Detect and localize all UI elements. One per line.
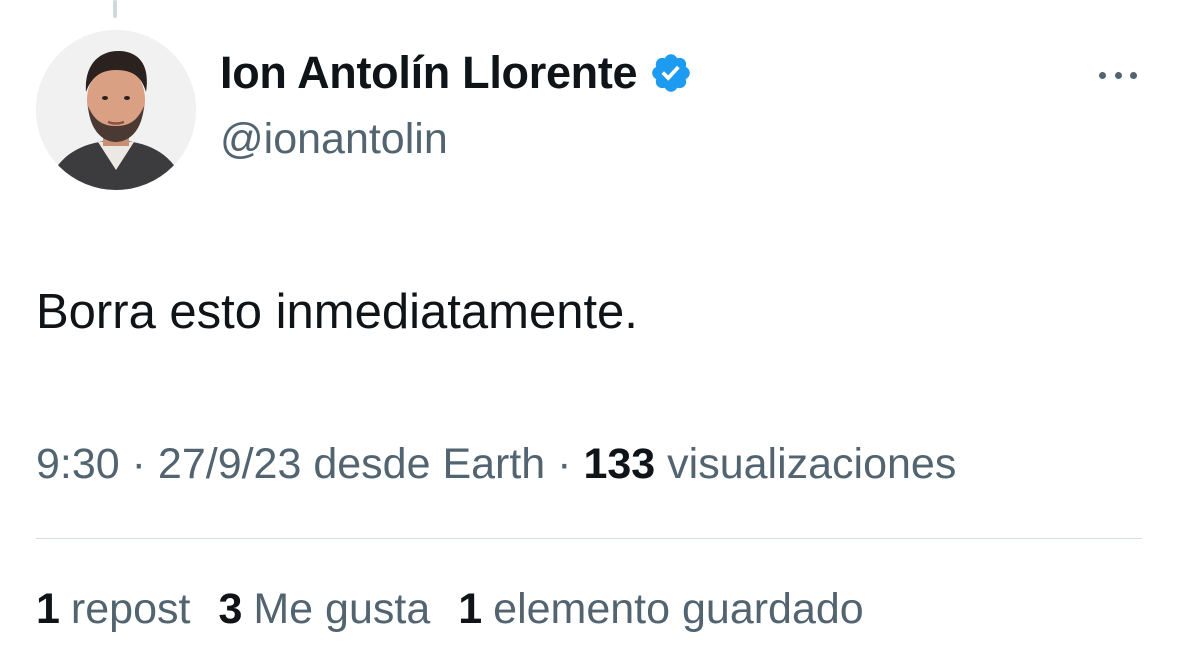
bookmarks-label: elemento guardado: [493, 585, 864, 633]
engagement-stats: 1 repost 3 Me gusta 1 elemento guardado: [36, 588, 864, 631]
tweet-text: Borra esto inmediatamente.: [36, 285, 638, 339]
meta-separator-2: ·: [545, 440, 584, 488]
likes-stat[interactable]: 3 Me gusta: [218, 588, 430, 631]
likes-label: Me gusta: [253, 585, 431, 633]
tweet-source: desde Earth: [301, 440, 546, 488]
meta-separator: ·: [119, 440, 158, 488]
likes-count: 3: [218, 585, 243, 633]
avatar-image: [36, 30, 196, 190]
bookmarks-stat[interactable]: 1 elemento guardado: [458, 588, 863, 631]
views-label[interactable]: visualizaciones: [655, 440, 956, 488]
views-count[interactable]: 133: [583, 440, 655, 488]
more-horizontal-icon: [1099, 71, 1106, 79]
more-horizontal-icon-dot: [1114, 71, 1122, 79]
divider: [36, 538, 1142, 539]
author-handle[interactable]: @ionantolin: [220, 118, 448, 161]
thread-connector-line: [113, 0, 117, 18]
bookmarks-count: 1: [458, 585, 483, 633]
avatar[interactable]: [36, 30, 196, 190]
tweet-meta: 9:30 · 27/9/23 desde Earth · 133 visuali…: [36, 443, 956, 486]
author-name-row[interactable]: Ion Antolín Llorente: [220, 50, 693, 95]
tweet-date[interactable]: 27/9/23: [158, 440, 301, 488]
reposts-label: repost: [70, 585, 191, 633]
verified-badge-icon[interactable]: [649, 51, 693, 95]
reposts-count: 1: [36, 585, 60, 633]
reposts-stat[interactable]: 1 repost: [36, 588, 190, 631]
author-display-name[interactable]: Ion Antolín Llorente: [220, 50, 638, 95]
tweet-time[interactable]: 9:30: [36, 440, 120, 488]
more-options-button[interactable]: [1092, 60, 1144, 90]
tweet-detail: Ion Antolín Llorente @ionantolin Borra e…: [0, 0, 1178, 669]
more-horizontal-icon-dot: [1130, 71, 1137, 79]
